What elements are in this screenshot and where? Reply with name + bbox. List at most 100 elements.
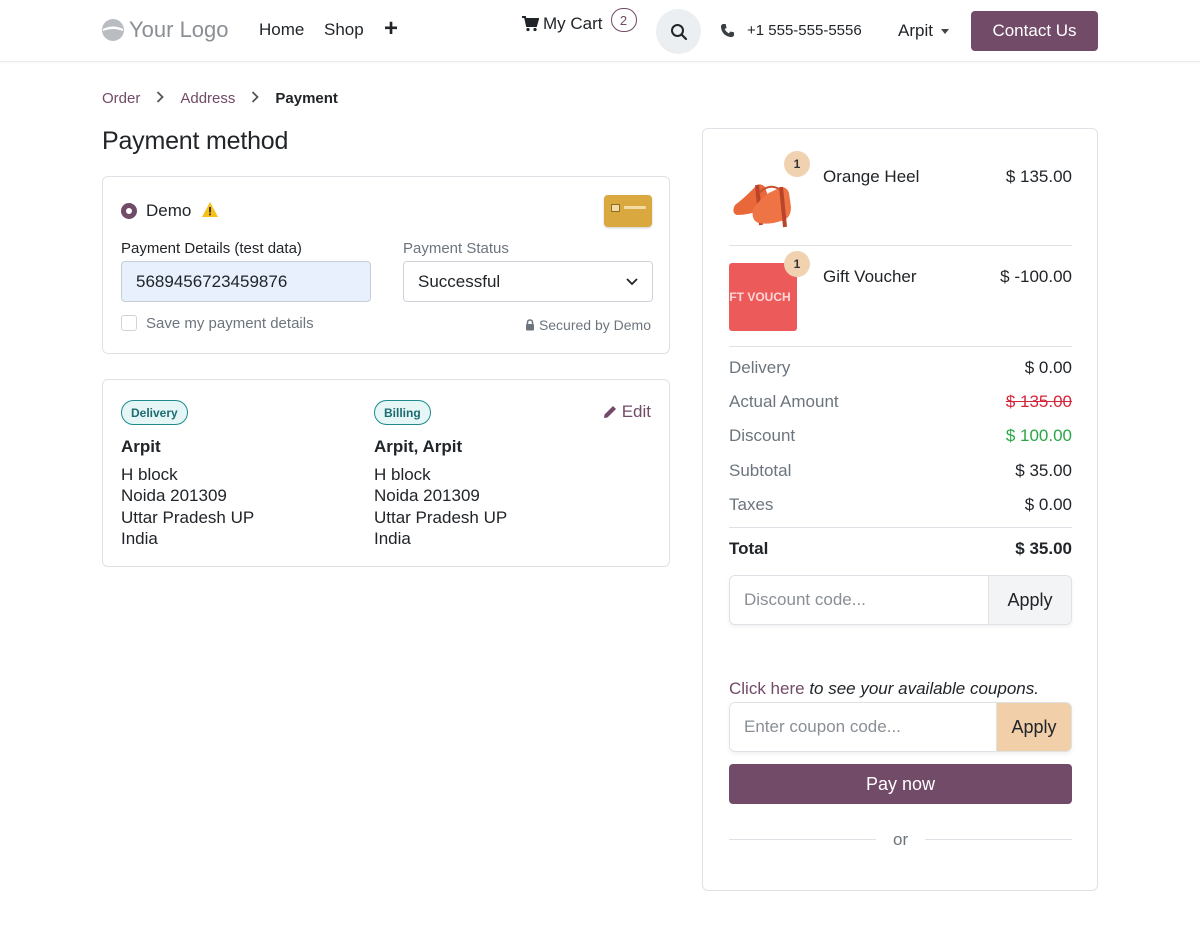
taxes-label: Taxes [729, 495, 774, 514]
payment-details-label: Payment Details (test data) [121, 240, 302, 257]
save-payment-checkbox[interactable] [121, 315, 137, 331]
actual-amount-row: Actual Amount $ 135.00 [729, 392, 1072, 412]
cart-label: My Cart [543, 14, 603, 33]
pencil-icon [603, 406, 616, 418]
discount-value: $ 100.00 [1005, 426, 1072, 445]
phone-link[interactable]: +1 555-555-5556 [720, 22, 862, 39]
discount-code-input[interactable]: Discount code... [730, 576, 988, 624]
breadcrumb-payment: Payment [275, 90, 338, 107]
item-quantity-badge: 1 [784, 151, 810, 177]
logo-icon [102, 19, 124, 41]
edit-address-link[interactable]: Edit [603, 402, 651, 422]
apply-discount-button[interactable]: Apply [988, 576, 1071, 624]
discount-label: Discount [729, 426, 796, 445]
delivery-badge: Delivery [121, 400, 188, 425]
item-quantity-badge: 1 [784, 251, 810, 277]
gift-voucher-image[interactable]: FT VOUCH [729, 263, 797, 331]
phone-icon [720, 23, 735, 38]
billing-badge: Billing [374, 400, 431, 425]
lock-icon [525, 319, 534, 331]
divider [729, 839, 876, 840]
payment-method-card: Demo Payment Details (test data) Payment… [102, 176, 670, 354]
order-summary: 1 Orange Heel $ 135.00 FT VOUCH 1 Gift V… [702, 128, 1098, 891]
edit-label: Edit [621, 402, 651, 421]
billing-line: Noida 201309 [374, 486, 480, 505]
nav-shop[interactable]: Shop [324, 20, 364, 40]
voucher-image-text: FT VOUCH [729, 290, 791, 304]
subtotal-value: $ 35.00 [1015, 461, 1072, 480]
subtotal-row: Subtotal $ 35.00 [729, 461, 1072, 481]
delivery-line: H block [121, 464, 178, 484]
breadcrumb-address[interactable]: Address [180, 90, 235, 107]
divider [925, 839, 1072, 840]
breadcrumb-order[interactable]: Order [102, 90, 140, 107]
payment-method-label[interactable]: Demo [146, 201, 191, 221]
divider [729, 245, 1072, 246]
coupon-code-group: Enter coupon code... Apply [729, 702, 1072, 752]
click-here-link[interactable]: Click here [729, 679, 805, 698]
cart-link[interactable]: My Cart 2 [521, 8, 637, 34]
actual-amount-value: $ 135.00 [1005, 392, 1072, 411]
item-price: $ 135.00 [1005, 167, 1072, 186]
subtotal-label: Subtotal [729, 461, 792, 480]
card-number-input[interactable]: 5689456723459876 [121, 261, 371, 302]
billing-line: Uttar Pradesh UP [374, 507, 508, 527]
address-card: Delivery Billing Edit Arpit H block Noid… [102, 379, 670, 567]
cart-count-badge: 2 [610, 8, 637, 32]
cart-icon [522, 16, 539, 32]
delivery-address: Arpit H block Noida 201309 Uttar Pradesh… [121, 436, 254, 550]
chevron-down-icon [626, 277, 638, 285]
discount-code-group: Discount code... Apply [729, 575, 1072, 625]
nav-home[interactable]: Home [259, 20, 304, 40]
chevron-right-icon [251, 90, 260, 107]
contact-us-button[interactable]: Contact Us [971, 11, 1098, 51]
total-label: Total [729, 539, 769, 558]
coupon-hint-text: to see your available coupons. [804, 679, 1039, 698]
search-button[interactable] [656, 9, 701, 54]
or-separator: or [893, 830, 909, 849]
delivery-line: Noida 201309 [121, 486, 227, 505]
payment-status-label: Payment Status [403, 240, 509, 257]
coupon-code-input[interactable]: Enter coupon code... [730, 703, 996, 751]
secured-label: Secured by Demo [538, 317, 651, 333]
taxes-value: $ 0.00 [1024, 495, 1072, 514]
secured-by-note: Secured by Demo [525, 317, 651, 333]
delivery-name: Arpit [121, 437, 161, 456]
delivery-label: Delivery [729, 358, 791, 377]
user-menu[interactable]: Arpit [898, 21, 949, 41]
caret-down-icon [940, 28, 949, 34]
total-value: $ 35.00 [1015, 539, 1072, 558]
phone-number: +1 555-555-5556 [747, 22, 862, 39]
apply-coupon-button[interactable]: Apply [996, 703, 1071, 751]
chevron-right-icon [156, 90, 165, 107]
divider [729, 527, 1072, 528]
billing-name: Arpit, Arpit [374, 437, 463, 456]
total-row: Total $ 35.00 [729, 539, 1072, 559]
coupon-hint: Click here to see your available coupons… [729, 679, 1039, 699]
warning-icon [202, 202, 218, 217]
billing-line: H block [374, 464, 431, 484]
payment-method-radio[interactable] [121, 203, 137, 219]
delivery-row: Delivery $ 0.00 [729, 358, 1072, 378]
actual-amount-label: Actual Amount [729, 392, 839, 411]
billing-address: Arpit, Arpit H block Noida 201309 Uttar … [374, 436, 507, 550]
site-logo[interactable]: Your Logo [101, 17, 229, 43]
delivery-line: Uttar Pradesh UP [121, 507, 255, 527]
checkout-breadcrumb: Order Address Payment [102, 90, 338, 107]
delivery-value: $ 0.00 [1024, 358, 1072, 377]
site-header: Your Logo Home Shop + My Cart 2 +1 555-5… [0, 0, 1200, 62]
discount-row: Discount $ 100.00 [729, 426, 1072, 446]
payment-status-select[interactable]: Successful [403, 261, 653, 302]
billing-line: India [374, 529, 411, 548]
logo-text: Your Logo [129, 17, 229, 42]
item-price: $ -100.00 [1000, 267, 1072, 286]
page-title: Payment method [102, 127, 289, 155]
divider [729, 346, 1072, 347]
item-name[interactable]: Gift Voucher [823, 267, 917, 287]
save-payment-label[interactable]: Save my payment details [146, 315, 314, 332]
orange-heel-image[interactable] [729, 165, 797, 233]
pay-now-button[interactable]: Pay now [729, 764, 1072, 804]
item-name[interactable]: Orange Heel [823, 167, 919, 187]
nav-more-button[interactable]: + [384, 15, 398, 43]
user-name: Arpit [898, 21, 933, 40]
